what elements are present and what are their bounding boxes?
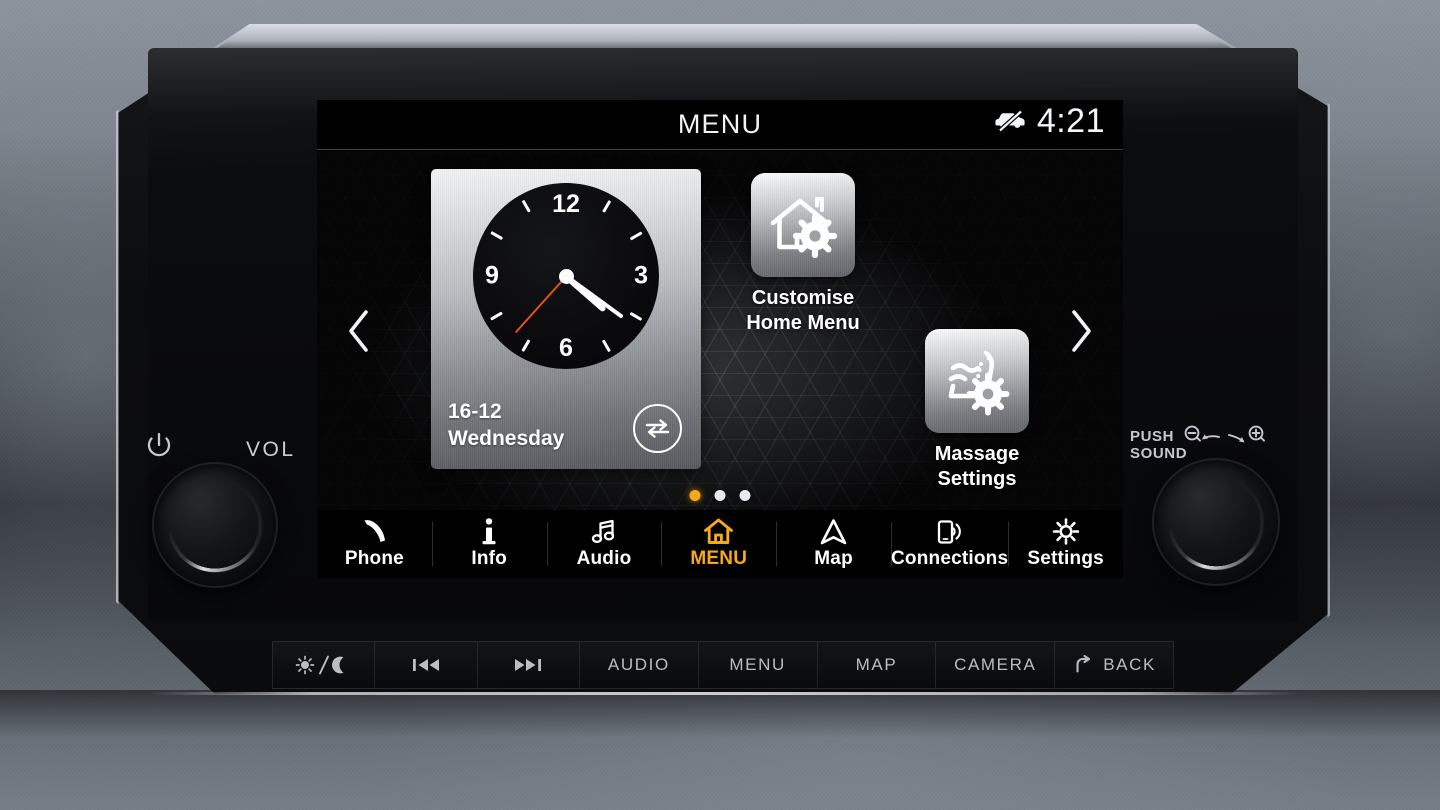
hw-button-label: AUDIO <box>607 655 670 674</box>
clock-swap-button[interactable] <box>633 404 682 453</box>
clock-date: 16-12 <box>448 400 502 424</box>
next-track-icon <box>512 656 544 674</box>
clock-widget[interactable]: 12 3 6 9 16-12 Wednesday <box>431 169 701 469</box>
page-indicator-dots <box>689 490 751 501</box>
status-bar-right: 4:21 <box>994 104 1105 138</box>
home-menu-content: 12 3 6 9 16-12 Wednesday Customise Home … <box>317 151 1123 510</box>
nav-item-map[interactable]: Map <box>776 510 891 578</box>
gear-icon <box>1052 518 1080 545</box>
swap-arrows-icon <box>643 416 672 441</box>
clock-numeral-9: 9 <box>485 261 499 290</box>
hw-button-camera[interactable]: CAMERA <box>936 641 1056 689</box>
clock-tick <box>601 339 611 352</box>
carousel-prev-button[interactable] <box>339 304 379 358</box>
nav-item-phone[interactable]: Phone <box>317 510 432 578</box>
back-arrow-icon <box>1072 655 1096 675</box>
clock-tick <box>601 200 611 213</box>
tile-label-line2: Home Menu <box>746 312 860 335</box>
nav-item-settings[interactable]: Settings <box>1008 510 1123 578</box>
page-title: MENU <box>677 109 763 139</box>
hw-button-map[interactable]: MAP <box>817 641 937 689</box>
chevron-right-icon <box>1068 308 1094 354</box>
push-sound-label: PUSH SOUND <box>1130 428 1187 462</box>
page-dot-1[interactable] <box>689 490 701 501</box>
tile-label-line2: Settings <box>937 468 1017 491</box>
clock-minute-hand <box>564 274 624 319</box>
nav-item-connections[interactable]: Connections <box>890 510 1009 578</box>
bottom-chrome-strip <box>150 692 1298 695</box>
tune-sound-knob[interactable] <box>1152 458 1280 586</box>
volume-label: VOL <box>246 438 296 461</box>
clock-tick <box>490 231 503 241</box>
tile-label-line1: Massage <box>934 443 1020 465</box>
power-icon <box>146 432 172 460</box>
tile-customise-home-menu[interactable]: Customise Home Menu <box>729 173 877 336</box>
clock-time: 4:21 <box>1036 102 1105 140</box>
nav-label: Map <box>814 548 853 569</box>
music-note-icon <box>590 518 617 545</box>
nav-item-info[interactable]: Info <box>431 510 547 578</box>
phone-signal-icon <box>936 518 964 545</box>
house-icon <box>703 518 734 545</box>
clock-tick <box>521 200 531 213</box>
clock-numeral-6: 6 <box>559 334 573 362</box>
tile-label-line1: Customise <box>751 287 855 309</box>
tile-label-massage-settings: Massage Settings <box>903 442 1051 492</box>
nav-item-menu[interactable]: MENU <box>661 510 776 578</box>
clock-numeral-12: 12 <box>552 190 580 218</box>
page-dot-3[interactable] <box>739 490 751 501</box>
hw-button-menu[interactable]: MENU <box>698 641 818 689</box>
chevron-left-icon <box>346 308 372 354</box>
nav-label: MENU <box>690 548 748 569</box>
tile-label-customise-home-menu: Customise Home Menu <box>729 286 877 336</box>
hw-button-day-night[interactable] <box>272 641 376 689</box>
page-dot-2[interactable] <box>714 490 726 501</box>
hw-button-previous-track[interactable] <box>375 641 478 689</box>
house-gear-icon <box>751 173 855 277</box>
clock-center-pin <box>558 268 574 284</box>
clock-numeral-3: 3 <box>634 261 648 290</box>
hw-button-label: BACK <box>1103 655 1156 674</box>
clock-tick <box>490 311 503 321</box>
clock-tick <box>521 339 531 352</box>
carousel-next-button[interactable] <box>1061 304 1101 358</box>
widget-area: 12 3 6 9 16-12 Wednesday Customise Home … <box>413 151 1029 510</box>
clock-tick <box>629 231 642 241</box>
hw-button-audio[interactable]: AUDIO <box>579 641 699 689</box>
phone-handset-icon <box>359 518 389 545</box>
bottom-nav-bar: Phone Info Audio MENU Map Connections Settings <box>317 510 1123 578</box>
nav-label: Phone <box>344 548 404 569</box>
push-sound-line1: PUSH <box>1130 428 1175 445</box>
nav-item-audio[interactable]: Audio <box>546 510 662 578</box>
nav-label: Audio <box>576 548 632 569</box>
analog-clock-face: 12 3 6 9 <box>473 183 659 369</box>
volume-power-knob[interactable] <box>152 462 278 588</box>
hw-button-back[interactable]: BACK <box>1055 641 1174 689</box>
seat-massage-gear-icon <box>925 329 1029 433</box>
clock-second-hand <box>514 275 567 334</box>
day-night-icon <box>295 654 353 676</box>
info-i-icon <box>481 518 497 545</box>
previous-track-icon <box>410 656 442 674</box>
clock-date-block: 16-12 Wednesday <box>448 399 564 453</box>
nav-label: Connections <box>890 548 1009 569</box>
nav-label: Info <box>471 548 507 569</box>
infotainment-screen[interactable]: MENU 4:21 12 3 6 9 16-12 Wednesday Custo… <box>317 100 1123 578</box>
hw-button-label: MAP <box>855 655 898 674</box>
clock-weekday: Wednesday <box>448 427 565 451</box>
hw-button-label: MENU <box>729 655 786 674</box>
hardware-button-row: AUDIO MENU MAP CAMERA BACK <box>272 641 1174 689</box>
tile-massage-settings[interactable]: Massage Settings <box>903 329 1051 492</box>
status-bar: MENU 4:21 <box>317 100 1123 150</box>
nav-label: Settings <box>1027 548 1104 569</box>
hw-button-label: CAMERA <box>954 655 1037 674</box>
clock-tick <box>629 311 642 321</box>
zoom-indicator-group <box>1182 424 1270 450</box>
car-off-icon <box>994 109 1028 133</box>
hw-button-next-track[interactable] <box>477 641 580 689</box>
navigation-arrow-icon <box>819 518 848 545</box>
push-sound-line2: SOUND <box>1130 445 1188 463</box>
